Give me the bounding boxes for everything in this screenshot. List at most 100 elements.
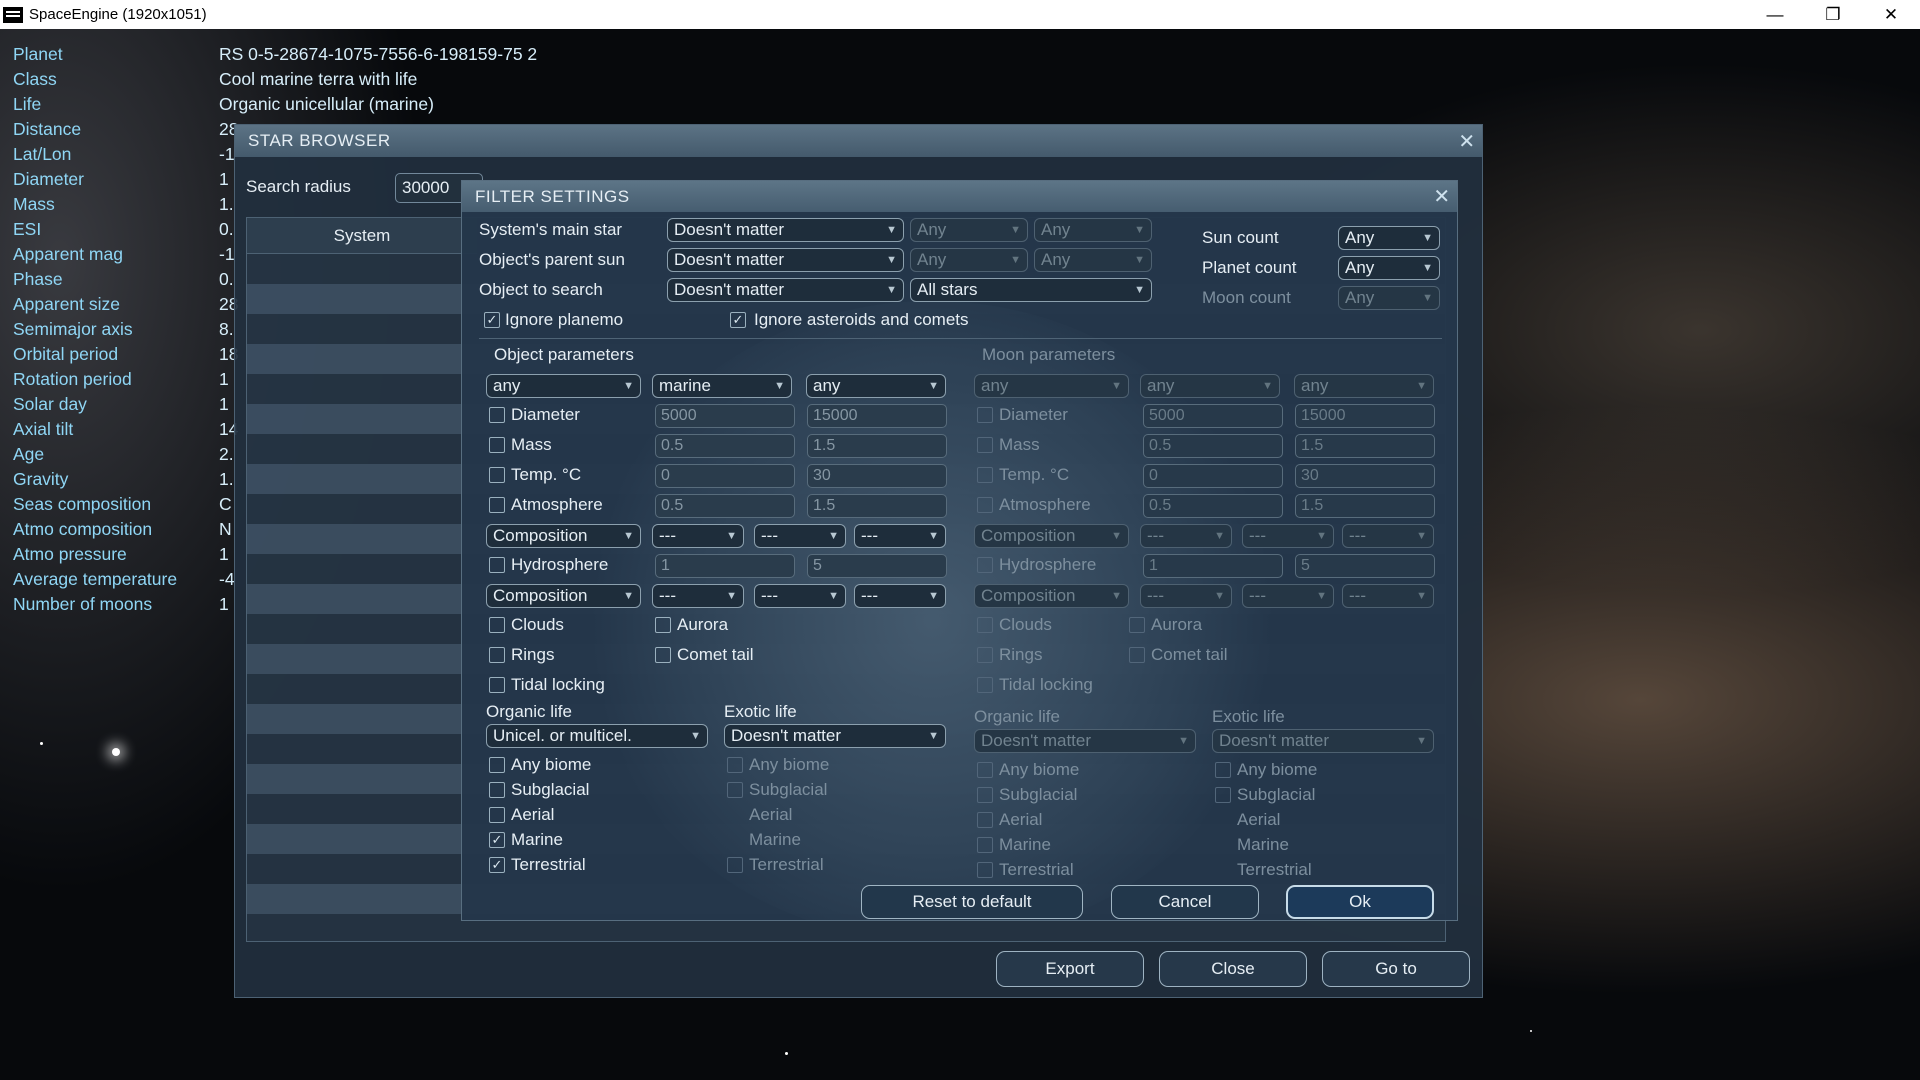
go-to-button[interactable]: Go to — [1322, 951, 1470, 987]
organic-life-dropdown[interactable]: Unicel. or multicel. ▼ — [486, 724, 708, 748]
organic-any-biome-checkbox[interactable] — [489, 757, 505, 773]
moon-exotic-terrestrial-label: Terrestrial — [1237, 860, 1312, 879]
star-dot — [1530, 1030, 1532, 1032]
object-subtype-dropdown[interactable]: any ▼ — [806, 374, 946, 398]
atmosphere-checkbox[interactable] — [489, 497, 505, 513]
tidal-locking-label: Tidal locking — [511, 675, 605, 694]
chevron-down-icon: ▼ — [774, 380, 785, 392]
all-stars-dropdown[interactable]: All stars ▼ — [910, 278, 1152, 302]
chevron-down-icon: ▼ — [623, 590, 634, 602]
atmosphere-max-input[interactable]: 1.5 — [807, 494, 947, 518]
mass-max-input[interactable]: 1.5 — [807, 434, 947, 458]
atmosphere-min-input[interactable]: 0.5 — [655, 494, 795, 518]
object-type-dropdown[interactable]: marine ▼ — [652, 374, 792, 398]
diameter-min-input[interactable]: 5000 — [655, 404, 795, 428]
chevron-down-icon: ▼ — [928, 530, 939, 542]
chevron-down-icon: ▼ — [928, 590, 939, 602]
close-icon[interactable]: ✕ — [1862, 5, 1920, 25]
chevron-down-icon: ▼ — [1316, 590, 1327, 602]
moon-exotic-subglacial-label: Subglacial — [1237, 785, 1316, 804]
rings-label: Rings — [511, 645, 555, 664]
organic-aerial-checkbox[interactable] — [489, 807, 505, 823]
chevron-down-icon: ▼ — [886, 284, 897, 296]
exotic-life-dropdown[interactable]: Doesn't matter ▼ — [724, 724, 946, 748]
seas-comp1-dropdown[interactable]: --- ▼ — [652, 584, 744, 608]
export-button[interactable]: Export — [996, 951, 1144, 987]
moon-atmosphere-label: Atmosphere — [999, 495, 1091, 514]
hydrosphere-checkbox[interactable] — [489, 557, 505, 573]
temp-max-input[interactable]: 30 — [807, 464, 947, 488]
moon-atmo-gas1-dropdown: --- ▼ — [1140, 524, 1232, 548]
minimize-icon[interactable]: — — [1746, 5, 1804, 25]
moon-diameter-max-input: 15000 — [1295, 404, 1435, 428]
moon-organic-any-biome-label: Any biome — [999, 760, 1080, 779]
seas-comp3-dropdown[interactable]: --- ▼ — [854, 584, 946, 608]
moon-organic-terrestrial-label: Terrestrial — [999, 860, 1074, 879]
clouds-checkbox[interactable] — [489, 617, 505, 633]
moon-exotic-any-biome-label: Any biome — [1237, 760, 1318, 779]
temp-checkbox[interactable] — [489, 467, 505, 483]
main-star-type-dropdown: Any ▼ — [1034, 218, 1152, 242]
tidal-locking-checkbox[interactable] — [489, 677, 505, 693]
sun-count-dropdown[interactable]: Any ▼ — [1338, 226, 1440, 250]
organic-terrestrial-checkbox[interactable]: ✓ — [489, 857, 505, 873]
moon-seas-comp3-dropdown: --- ▼ — [1342, 584, 1434, 608]
object-to-search-label: Object to search — [479, 280, 603, 299]
reset-to-default-button[interactable]: Reset to default — [861, 885, 1083, 919]
moon-seas-comp1-dropdown: --- ▼ — [1140, 584, 1232, 608]
seas-composition-dropdown[interactable]: Composition ▼ — [486, 584, 641, 608]
atmo-gas1-dropdown[interactable]: --- ▼ — [652, 524, 744, 548]
moon-diameter-checkbox — [977, 407, 993, 423]
ignore-asteroids-checkbox[interactable]: ✓ — [730, 312, 746, 328]
chevron-down-icon: ▼ — [726, 590, 737, 602]
star-dot — [112, 748, 120, 756]
comet-tail-label: Comet tail — [677, 645, 754, 664]
planet-count-dropdown[interactable]: Any ▼ — [1338, 256, 1440, 280]
close-icon[interactable]: ✕ — [1427, 184, 1457, 209]
chevron-down-icon: ▼ — [1262, 380, 1273, 392]
temp-min-input[interactable]: 0 — [655, 464, 795, 488]
column-header-system[interactable]: System — [247, 218, 477, 254]
close-icon[interactable]: ✕ — [1452, 129, 1482, 154]
mass-min-input[interactable]: 0.5 — [655, 434, 795, 458]
cancel-button[interactable]: Cancel — [1111, 885, 1259, 919]
organic-marine-checkbox[interactable]: ✓ — [489, 832, 505, 848]
atmo-composition-dropdown[interactable]: Composition ▼ — [486, 524, 641, 548]
ignore-planemo-checkbox[interactable]: ✓ — [484, 312, 500, 328]
moon-hydrosphere-max-input: 5 — [1295, 554, 1435, 578]
parent-sun-dropdown[interactable]: Doesn't matter ▼ — [667, 248, 904, 272]
ignore-asteroids-label: Ignore asteroids and comets — [754, 310, 969, 329]
hydrosphere-max-input[interactable]: 5 — [807, 554, 947, 578]
star-browser-title: STAR BROWSER — [248, 131, 391, 150]
star-browser-header: STAR BROWSER ✕ — [235, 125, 1482, 157]
aurora-checkbox[interactable] — [655, 617, 671, 633]
mass-checkbox[interactable] — [489, 437, 505, 453]
diameter-checkbox[interactable] — [489, 407, 505, 423]
app-icon — [3, 6, 23, 23]
moon-subtype-dropdown: any ▼ — [1294, 374, 1434, 398]
object-to-search-dropdown[interactable]: Doesn't matter ▼ — [667, 278, 904, 302]
window-titlebar: SpaceEngine (1920x1051) — ❐ ✕ — [0, 0, 1920, 29]
aurora-label: Aurora — [677, 615, 729, 634]
rings-checkbox[interactable] — [489, 647, 505, 663]
diameter-max-input[interactable]: 15000 — [807, 404, 947, 428]
organic-subglacial-checkbox[interactable] — [489, 782, 505, 798]
atmo-gas2-dropdown[interactable]: --- ▼ — [754, 524, 846, 548]
ok-button[interactable]: Ok — [1286, 885, 1434, 919]
main-star-dropdown[interactable]: Doesn't matter ▼ — [667, 218, 904, 242]
moon-mass-checkbox — [977, 437, 993, 453]
clouds-label: Clouds — [511, 615, 564, 634]
moon-seas-composition-dropdown: Composition ▼ — [974, 584, 1129, 608]
restore-icon[interactable]: ❐ — [1804, 5, 1862, 25]
hydrosphere-min-input[interactable]: 1 — [655, 554, 795, 578]
seas-comp2-dropdown[interactable]: --- ▼ — [754, 584, 846, 608]
close-button[interactable]: Close — [1159, 951, 1307, 987]
sun-count-label: Sun count — [1202, 228, 1279, 247]
moon-organic-any-biome-checkbox — [977, 762, 993, 778]
chevron-down-icon: ▼ — [623, 530, 634, 542]
object-class-dropdown[interactable]: any ▼ — [486, 374, 641, 398]
comet-tail-checkbox[interactable] — [655, 647, 671, 663]
chevron-down-icon: ▼ — [1111, 590, 1122, 602]
atmo-gas3-dropdown[interactable]: --- ▼ — [854, 524, 946, 548]
moon-count-dropdown: Any ▼ — [1338, 286, 1440, 310]
